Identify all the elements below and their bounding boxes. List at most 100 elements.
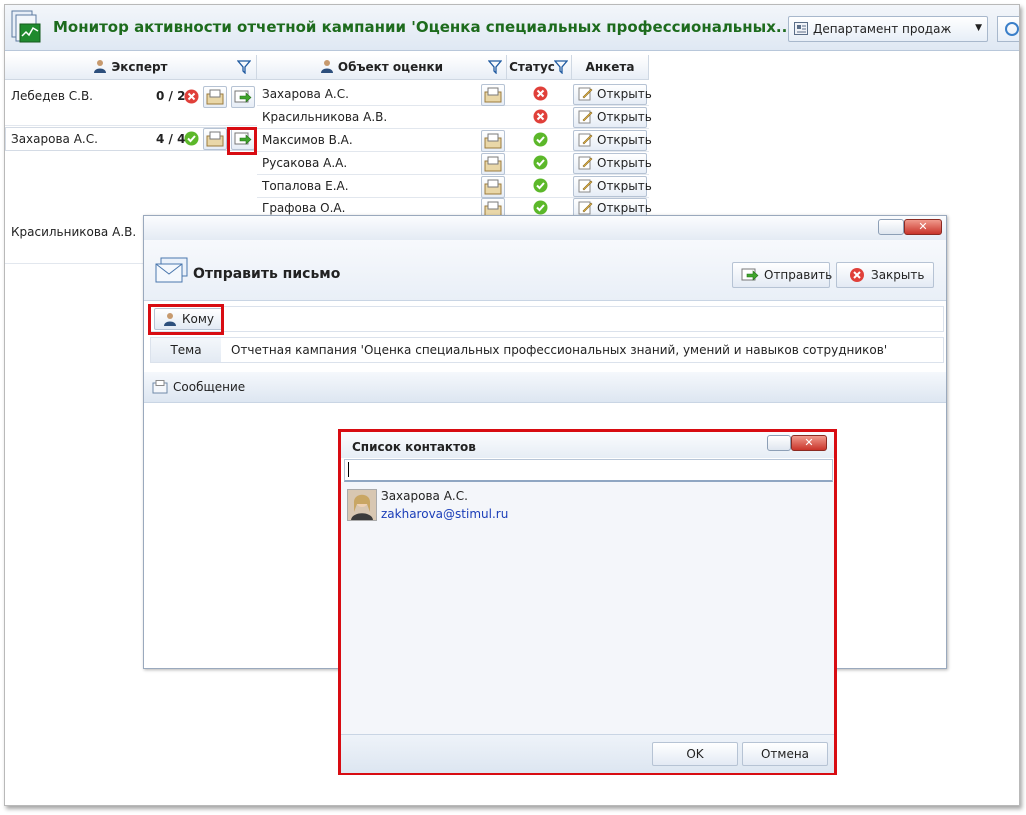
- close-circle-icon: [850, 268, 864, 282]
- cancel-button[interactable]: Отмена: [742, 742, 828, 766]
- window-controls: ✕: [767, 435, 827, 451]
- refresh-icon: [1005, 22, 1019, 36]
- edit-form-icon: [578, 156, 593, 170]
- column-header-status: Статус: [507, 55, 572, 80]
- details-button[interactable]: [481, 84, 505, 106]
- contacts-search-input[interactable]: [344, 459, 833, 482]
- app-window: Монитор активности отчетной кампании 'Оц…: [4, 4, 1020, 806]
- department-icon: [794, 22, 808, 35]
- column-header-object: Объект оценки: [257, 55, 507, 80]
- contacts-dialog-title: Список контактов: [352, 440, 476, 454]
- open-form-button[interactable]: Открыть: [573, 176, 652, 197]
- contacts-dialog: Список контактов ✕ Захарова А.С. zakharo…: [338, 429, 837, 775]
- recipient-row: Кому: [150, 306, 944, 332]
- edit-form-icon: [578, 110, 593, 124]
- folder-card-icon: [484, 87, 502, 103]
- close-icon[interactable]: ✕: [791, 435, 827, 451]
- ok-status-icon: [533, 132, 548, 147]
- person-icon: [320, 60, 333, 73]
- ok-button[interactable]: OK: [652, 742, 738, 766]
- filter-icon[interactable]: [488, 60, 502, 74]
- edit-form-icon: [578, 133, 593, 147]
- close-icon[interactable]: ✕: [904, 219, 942, 235]
- contacts-dialog-titlebar: Список контактов ✕: [341, 432, 834, 458]
- contacts-dialog-footer: OK Отмена: [341, 734, 834, 773]
- close-button[interactable]: Закрыть: [836, 262, 934, 288]
- message-section-header: Сообщение: [144, 372, 946, 403]
- column-form-label: Анкета: [585, 60, 635, 74]
- open-label: Открыть: [597, 201, 652, 215]
- details-button[interactable]: [481, 176, 505, 198]
- details-button[interactable]: [481, 153, 505, 175]
- expert-count: 4 / 4: [156, 132, 186, 146]
- ok-status-icon: [533, 178, 548, 193]
- open-label: Открыть: [597, 133, 652, 147]
- column-expert-label: Эксперт: [111, 60, 168, 74]
- highlight-send-button: [227, 127, 257, 155]
- object-row[interactable]: Русакова А.А. Открыть: [257, 152, 652, 175]
- column-header-form: Анкета: [572, 55, 649, 80]
- object-row[interactable]: Захарова А.С. Открыть: [257, 83, 652, 106]
- subject-field[interactable]: Отчетная кампания 'Оценка специальных пр…: [231, 343, 887, 357]
- open-label: Открыть: [597, 110, 652, 124]
- object-name: Топалова Е.А.: [262, 179, 349, 193]
- open-form-button[interactable]: Открыть: [573, 84, 652, 105]
- contact-email[interactable]: zakharova@stimul.ru: [381, 507, 508, 521]
- filter-icon[interactable]: [237, 60, 251, 74]
- folder-card-icon: [484, 156, 502, 172]
- message-icon: [152, 380, 168, 394]
- edit-form-icon: [578, 179, 593, 193]
- window-controls: ✕: [878, 219, 942, 235]
- message-label: Сообщение: [173, 380, 246, 394]
- refresh-button[interactable]: [997, 16, 1019, 42]
- column-status-label: Статус: [509, 60, 555, 74]
- folder-card-icon: [206, 89, 224, 105]
- details-button[interactable]: [203, 128, 227, 150]
- text-cursor: [348, 462, 349, 477]
- subject-row: Тема Отчетная кампания 'Оценка специальн…: [150, 337, 944, 363]
- error-status-icon: [533, 86, 548, 101]
- department-select[interactable]: Департамент продаж ▼: [788, 16, 988, 42]
- expert-row[interactable]: Лебедев С.В. 0 / 2: [5, 80, 257, 126]
- object-row[interactable]: Максимов В.А. Открыть: [257, 129, 652, 152]
- person-icon: [94, 60, 107, 73]
- object-name: Красильникова А.В.: [262, 110, 388, 124]
- send-button[interactable]: Отправить: [732, 262, 833, 288]
- object-row[interactable]: Красильникова А.В. Открыть: [257, 106, 652, 129]
- object-name: Графова О.А.: [262, 201, 346, 215]
- ok-status-icon: [184, 131, 199, 146]
- open-form-button[interactable]: Открыть: [573, 153, 652, 174]
- contact-item[interactable]: Захарова А.С. zakharova@stimul.ru: [341, 482, 834, 526]
- ok-status-icon: [533, 155, 548, 170]
- folder-card-icon: [484, 133, 502, 149]
- avatar: [347, 489, 377, 521]
- send-arrow-icon: [741, 268, 759, 281]
- expert-name: Захарова А.С.: [11, 132, 98, 146]
- edit-form-icon: [578, 87, 593, 101]
- minimize-button[interactable]: [767, 435, 791, 451]
- expert-name: Лебедев С.В.: [11, 89, 93, 103]
- minimize-button[interactable]: [878, 219, 904, 235]
- error-status-icon: [533, 109, 548, 124]
- send-mail-button[interactable]: [231, 86, 255, 108]
- folder-card-icon: [484, 179, 502, 195]
- open-label: Открыть: [597, 156, 652, 170]
- send-label: Отправить: [764, 268, 833, 282]
- details-button[interactable]: [481, 130, 505, 152]
- open-form-button[interactable]: Открыть: [573, 107, 652, 128]
- expert-row[interactable]: Захарова А.С. 4 / 4: [5, 127, 257, 151]
- chevron-down-icon: ▼: [975, 23, 982, 33]
- error-status-icon: [184, 89, 199, 104]
- object-row[interactable]: Топалова Е.А. Открыть: [257, 175, 652, 198]
- expert-count: 0 / 2: [156, 89, 186, 103]
- filter-icon[interactable]: [554, 60, 568, 74]
- open-form-button[interactable]: Открыть: [573, 130, 652, 151]
- column-header-expert: Эксперт: [5, 55, 257, 80]
- page-title: Монитор активности отчетной кампании 'Оц…: [53, 18, 793, 36]
- mail-icon: [155, 257, 188, 283]
- highlight-recipient-button: [148, 304, 224, 335]
- details-button[interactable]: [203, 86, 227, 108]
- column-object-label: Объект оценки: [337, 60, 444, 74]
- dialog-header: Отправить письмо Отправить Закрыть: [144, 240, 946, 301]
- close-label: Закрыть: [871, 268, 925, 282]
